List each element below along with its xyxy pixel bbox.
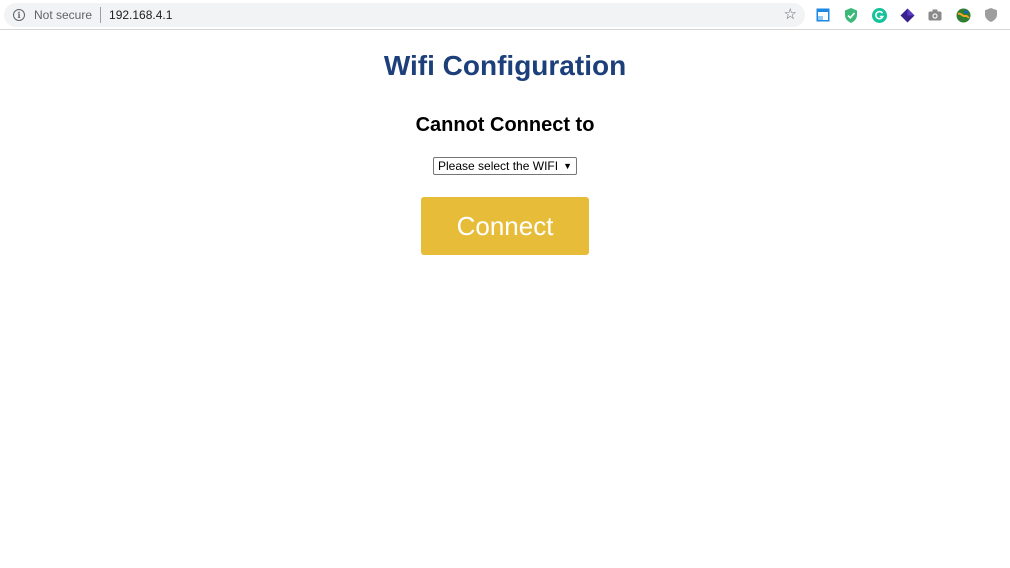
wifi-select-wrapper: Please select the WIFI ▼: [433, 157, 577, 175]
wifi-select-value: Please select the WIFI: [438, 159, 559, 173]
extension-gray-shield-icon[interactable]: [983, 7, 999, 23]
extension-grammarly-icon[interactable]: [871, 7, 887, 23]
page-content: Wifi Configuration Cannot Connect to Ple…: [0, 31, 1010, 255]
browser-toolbar: i Not secure 192.168.4.1 ☆: [0, 0, 1010, 30]
extension-purple-gem-icon[interactable]: [899, 7, 915, 23]
extension-shield-check-icon[interactable]: [843, 7, 859, 23]
address-bar[interactable]: i Not secure 192.168.4.1 ☆: [4, 3, 805, 27]
connect-button[interactable]: Connect: [421, 197, 589, 255]
url-text[interactable]: 192.168.4.1: [109, 8, 172, 22]
security-status[interactable]: Not secure: [34, 8, 92, 22]
extension-globe-icon[interactable]: [955, 7, 971, 23]
extension-icons: [815, 6, 1010, 24]
dropdown-arrow-icon[interactable]: ▼: [563, 161, 572, 171]
bookmark-star-icon[interactable]: ☆: [784, 6, 797, 24]
connection-status-heading: Cannot Connect to: [415, 114, 595, 136]
wifi-network-select[interactable]: Please select the WIFI ▼: [433, 157, 577, 175]
extension-window-icon[interactable]: [815, 7, 831, 23]
extension-camera-icon[interactable]: [927, 7, 943, 23]
url-divider: [100, 7, 102, 23]
info-icon[interactable]: i: [13, 9, 25, 21]
connect-button-wrapper: Connect: [0, 197, 1010, 255]
page-title: Wifi Configuration: [383, 50, 627, 81]
